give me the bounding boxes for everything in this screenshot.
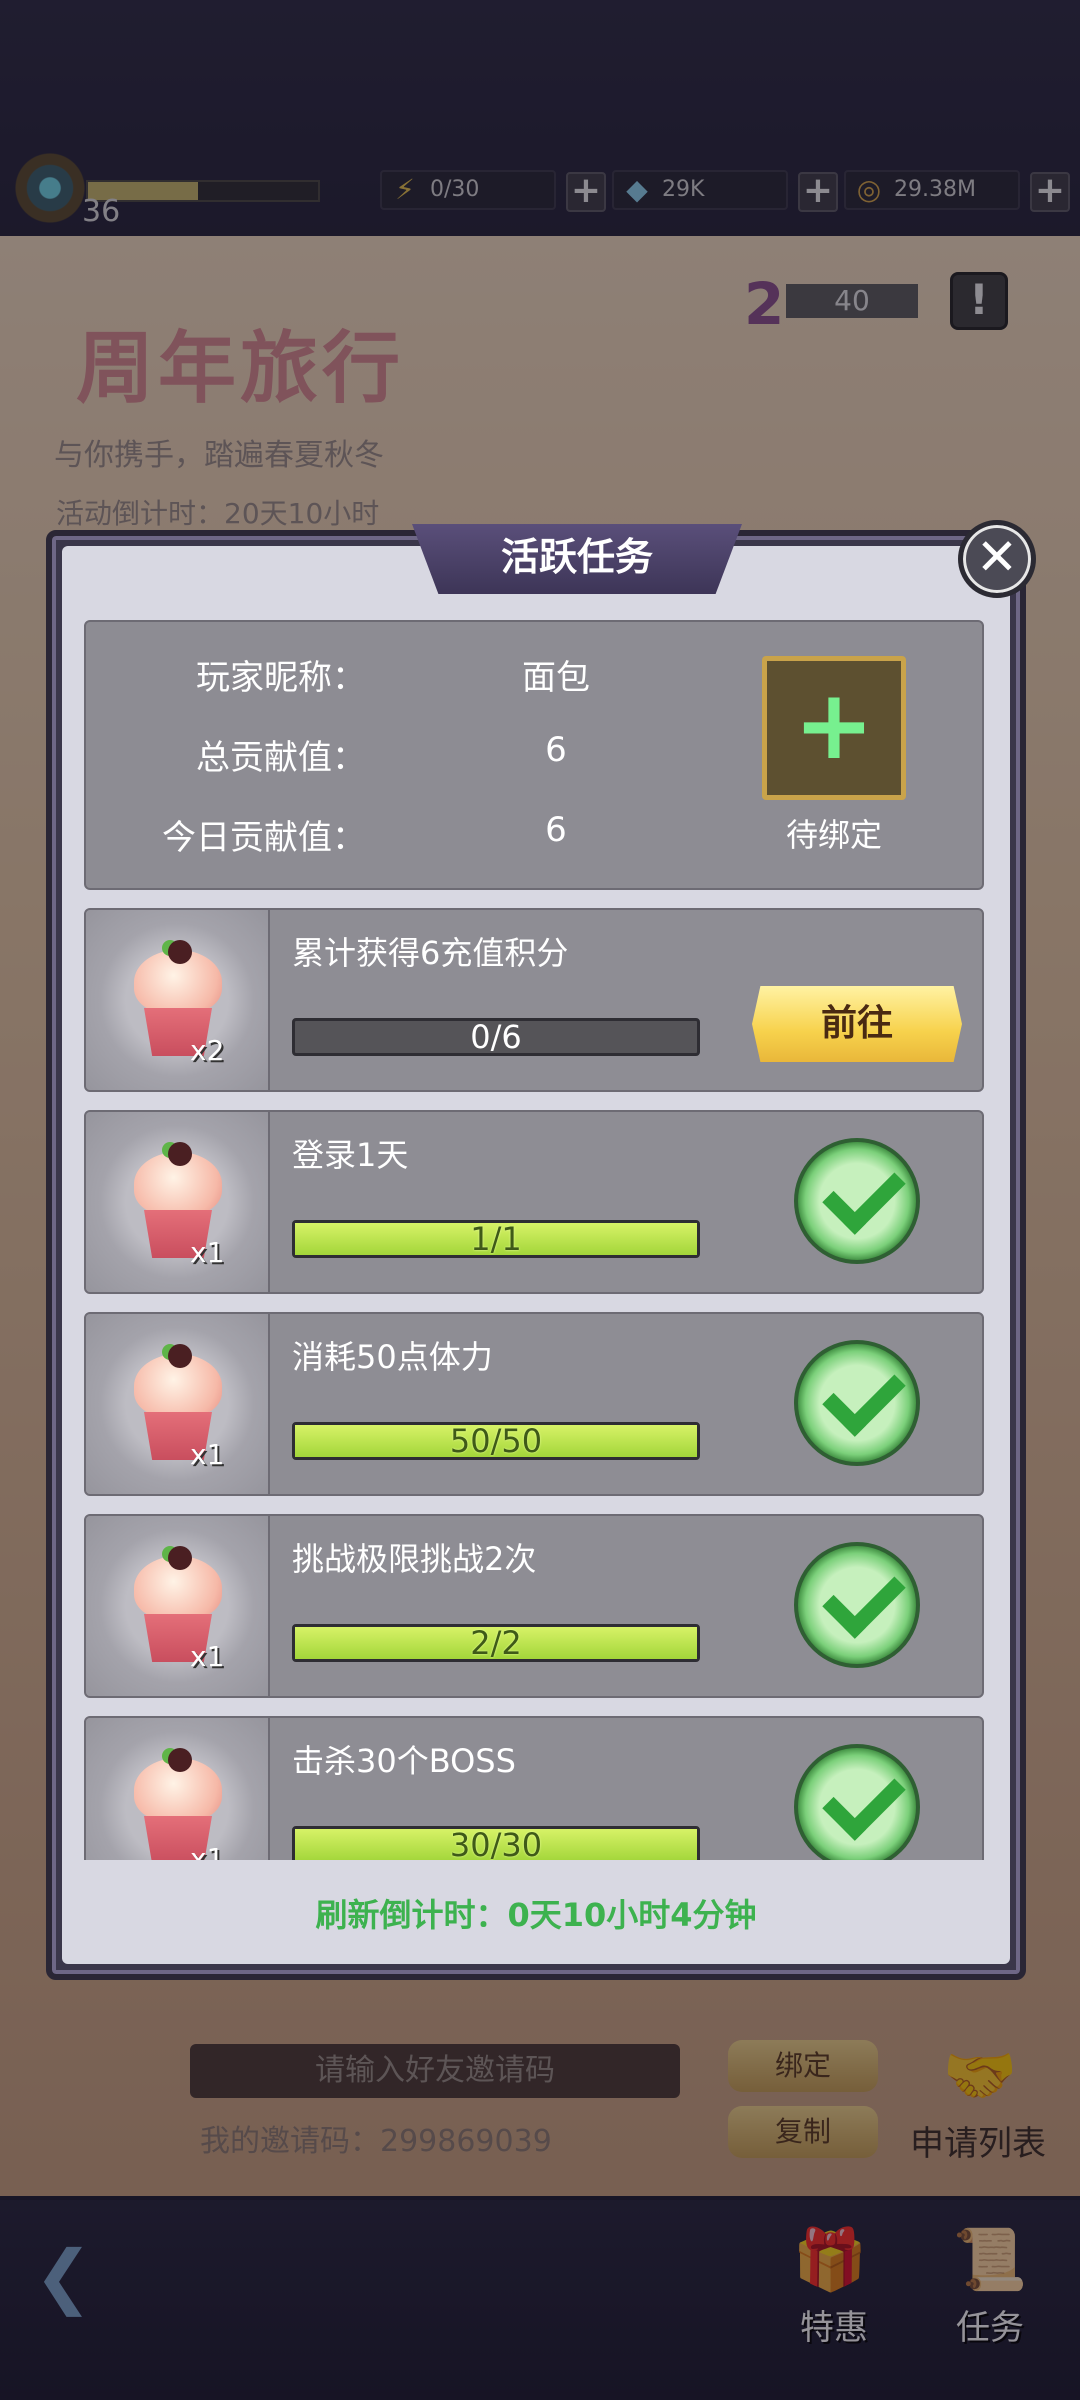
progress-text: 0/6: [470, 1018, 522, 1056]
reward-quantity: x1: [190, 1236, 225, 1269]
cherry-icon: [168, 1142, 192, 1166]
completed-check-icon: [794, 1340, 920, 1466]
go-button[interactable]: 前往: [752, 986, 962, 1062]
player-info-panel: 玩家昵称： 面包 总贡献值： 6 今日贡献值： 6 + 待绑定: [84, 620, 984, 890]
progress-text: 2/2: [470, 1624, 522, 1662]
reward-slot[interactable]: x1: [86, 1718, 270, 1860]
progress-text: 30/30: [449, 1826, 543, 1860]
reward-slot[interactable]: x2: [86, 910, 270, 1090]
reward-slot[interactable]: x1: [86, 1314, 270, 1494]
task-name: 击杀30个BOSS: [292, 1742, 516, 1780]
task-name: 登录1天: [292, 1136, 409, 1174]
pending-bind-label: 待绑定: [785, 816, 882, 854]
today-contribution-label: 今日贡献值：: [162, 818, 366, 858]
task-progress-bar: 0/6: [292, 1018, 700, 1056]
completed-check-icon: [794, 1744, 920, 1860]
task-name: 消耗50点体力: [292, 1338, 493, 1376]
completed-check-icon: [794, 1542, 920, 1668]
task-row: x1 登录1天 1/1: [84, 1110, 984, 1294]
progress-text: 1/1: [470, 1220, 522, 1258]
cherry-icon: [168, 1748, 192, 1772]
task-progress-bar: 50/50: [292, 1422, 700, 1460]
bind-slot[interactable]: +: [762, 656, 906, 800]
completed-check-icon: [794, 1138, 920, 1264]
today-contribution-value: 6: [545, 810, 567, 850]
reward-quantity: x1: [190, 1842, 225, 1860]
reward-quantity: x2: [190, 1034, 225, 1067]
task-list[interactable]: x2 累计获得6充值积分 0/6 前往 x1 登录1天 1/1 x1 消耗50点体力 50/50 x…: [84, 908, 984, 1860]
reward-slot[interactable]: x1: [86, 1112, 270, 1292]
task-row: x1 击杀30个BOSS 30/30: [84, 1716, 984, 1860]
cherry-icon: [168, 940, 192, 964]
progress-text: 50/50: [449, 1422, 543, 1460]
nickname-value: 面包: [522, 658, 590, 698]
task-row: x1 挑战极限挑战2次 2/2: [84, 1514, 984, 1698]
total-contribution-value: 6: [545, 730, 567, 770]
refresh-countdown: 刷新倒计时：0天10小时4分钟: [315, 1896, 757, 1934]
task-progress-bar: 1/1: [292, 1220, 700, 1258]
task-name: 累计获得6充值积分: [292, 934, 569, 972]
task-name: 挑战极限挑战2次: [292, 1540, 537, 1578]
modal-title: 活跃任务: [412, 524, 742, 594]
reward-slot[interactable]: x1: [86, 1516, 270, 1696]
reward-quantity: x1: [190, 1438, 225, 1471]
nickname-label: 玩家昵称：: [196, 658, 366, 698]
task-progress-bar: 30/30: [292, 1826, 700, 1860]
cherry-icon: [168, 1344, 192, 1368]
task-row: x2 累计获得6充值积分 0/6 前往: [84, 908, 984, 1092]
cherry-icon: [168, 1546, 192, 1570]
task-progress-bar: 2/2: [292, 1624, 700, 1662]
plus-icon: +: [793, 669, 875, 781]
total-contribution-label: 总贡献值：: [196, 738, 366, 778]
reward-quantity: x1: [190, 1640, 225, 1673]
task-row: x1 消耗50点体力 50/50: [84, 1312, 984, 1496]
close-button[interactable]: ✕: [958, 520, 1036, 598]
